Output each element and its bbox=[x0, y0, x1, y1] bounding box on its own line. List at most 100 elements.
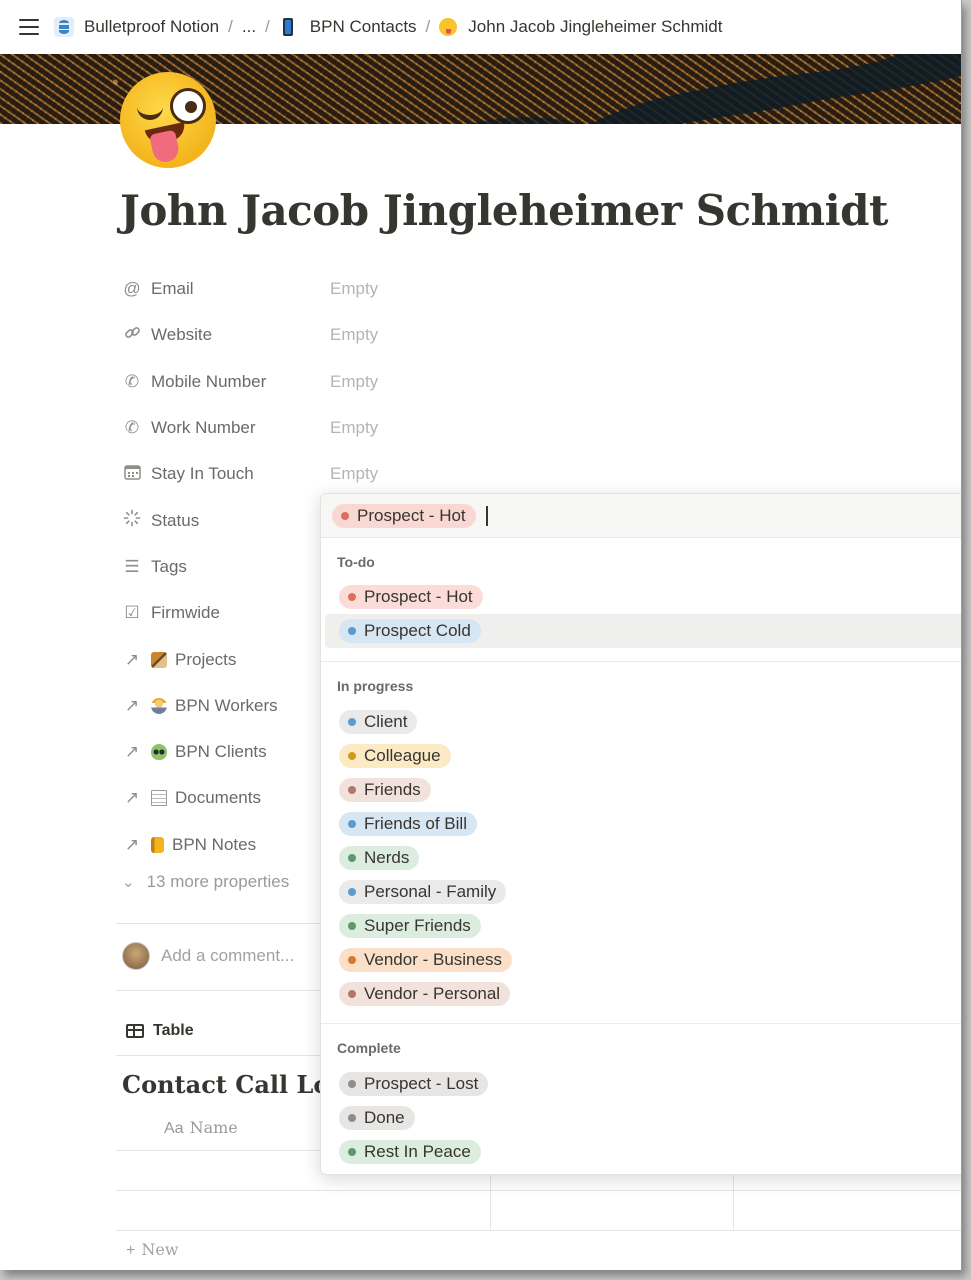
comment-box[interactable]: Add a comment... bbox=[122, 942, 294, 970]
property-work-number[interactable]: ✆ Work Number Empty bbox=[122, 405, 442, 451]
document-icon bbox=[151, 790, 167, 807]
property-value[interactable]: Empty bbox=[330, 372, 378, 392]
relation-arrow-icon: ↗ bbox=[124, 649, 140, 669]
status-option[interactable]: Friends bbox=[339, 778, 431, 802]
checkbox-icon: ☑ bbox=[124, 603, 140, 623]
chevron-down-icon: ⌄ bbox=[122, 874, 135, 891]
status-dot bbox=[348, 922, 356, 930]
status-dropdown: Prospect - Hot To-do Prospect - Hot Pros… bbox=[320, 493, 961, 1175]
breadcrumb-separator: / bbox=[228, 17, 233, 36]
database-icon bbox=[54, 17, 74, 37]
status-option[interactable]: Client bbox=[339, 710, 418, 734]
status-option[interactable]: Prospect - Lost bbox=[339, 1072, 489, 1096]
property-stay-in-touch[interactable]: Stay In Touch Empty bbox=[122, 451, 442, 497]
relation-arrow-icon: ↗ bbox=[124, 742, 140, 762]
relation-arrow-icon: ↗ bbox=[124, 788, 140, 808]
relation-arrow-icon: ↗ bbox=[124, 834, 140, 854]
divider bbox=[116, 990, 326, 991]
breadcrumb-separator: / bbox=[265, 17, 270, 36]
status-option[interactable]: Super Friends bbox=[339, 914, 481, 938]
mobile-phone-icon bbox=[282, 18, 293, 36]
status-option[interactable]: Prospect Cold bbox=[339, 619, 481, 643]
status-dot bbox=[348, 1114, 356, 1122]
breadcrumb: Bulletproof Notion / ... / BPN Contacts … bbox=[54, 17, 722, 37]
status-dot bbox=[348, 854, 356, 862]
notion-window: Bulletproof Notion / ... / BPN Contacts … bbox=[0, 0, 962, 1270]
page-emoji-icon[interactable] bbox=[120, 72, 216, 168]
menu-icon[interactable] bbox=[19, 19, 39, 35]
construction-icon bbox=[151, 651, 167, 668]
link-icon bbox=[122, 324, 142, 346]
cover-river-shape bbox=[470, 54, 961, 124]
text-type-icon: Aa bbox=[164, 1120, 184, 1137]
top-bar: Bulletproof Notion / ... / BPN Contacts … bbox=[0, 0, 961, 54]
divider bbox=[116, 923, 326, 924]
table-row-divider bbox=[116, 1190, 961, 1191]
status-icon bbox=[122, 509, 142, 532]
group-label-in-progress: In progress bbox=[337, 678, 414, 694]
divider bbox=[321, 1023, 961, 1024]
table-icon bbox=[126, 1024, 144, 1038]
status-search-input[interactable]: Prospect - Hot bbox=[321, 494, 961, 538]
list-icon: ☰ bbox=[124, 556, 140, 576]
status-dot bbox=[341, 511, 349, 520]
selected-status-tag[interactable]: Prospect - Hot bbox=[332, 503, 476, 528]
status-option[interactable]: Rest In Peace bbox=[339, 1140, 481, 1164]
status-dot bbox=[348, 718, 356, 726]
avatar bbox=[122, 942, 150, 970]
worker-icon bbox=[151, 697, 167, 714]
calendar-icon bbox=[122, 464, 142, 485]
status-option[interactable]: Friends of Bill bbox=[339, 812, 477, 836]
phone-icon: ✆ bbox=[124, 418, 140, 438]
property-value[interactable]: Empty bbox=[330, 418, 378, 438]
comment-input[interactable]: Add a comment... bbox=[161, 946, 294, 966]
status-option[interactable]: Done bbox=[339, 1106, 415, 1130]
group-label-todo: To-do bbox=[337, 554, 375, 570]
breadcrumb-item-ellipsis[interactable]: ... bbox=[242, 17, 256, 37]
text-caret bbox=[485, 505, 488, 526]
relation-arrow-icon: ↗ bbox=[124, 695, 140, 715]
winking-face-icon bbox=[439, 18, 458, 36]
group-label-complete: Complete bbox=[337, 1040, 401, 1056]
breadcrumb-item-workspace[interactable]: Bulletproof Notion bbox=[54, 17, 219, 37]
property-value[interactable]: Empty bbox=[330, 325, 378, 345]
status-option[interactable]: Nerds bbox=[339, 846, 420, 870]
status-option[interactable]: Vendor - Business bbox=[339, 948, 512, 972]
status-option[interactable]: Prospect - Hot bbox=[339, 585, 483, 609]
new-row-button[interactable]: + New bbox=[126, 1240, 179, 1260]
property-value[interactable]: Empty bbox=[330, 279, 378, 299]
property-website[interactable]: Website Empty bbox=[122, 312, 442, 358]
status-dot bbox=[348, 752, 356, 760]
property-email[interactable]: @ Email Empty bbox=[122, 266, 442, 312]
status-dot bbox=[348, 990, 356, 998]
status-option[interactable]: Personal - Family bbox=[339, 880, 507, 904]
status-dot bbox=[348, 786, 356, 794]
property-mobile-number[interactable]: ✆ Mobile Number Empty bbox=[122, 359, 442, 405]
status-dot bbox=[348, 1148, 356, 1156]
status-option[interactable]: Colleague bbox=[339, 744, 451, 768]
wink-eye bbox=[137, 106, 163, 120]
status-option[interactable]: Vendor - Personal bbox=[339, 982, 511, 1006]
status-dot bbox=[348, 820, 356, 828]
more-properties-toggle[interactable]: ⌄ 13 more properties bbox=[122, 872, 289, 892]
notebook-icon bbox=[151, 836, 164, 853]
property-value[interactable]: Empty bbox=[330, 464, 378, 484]
divider bbox=[321, 661, 961, 662]
status-dot bbox=[348, 593, 356, 601]
column-header-name[interactable]: Aa Name bbox=[164, 1118, 238, 1138]
at-icon: @ bbox=[123, 279, 141, 299]
status-dot bbox=[348, 956, 356, 964]
divider bbox=[116, 1055, 326, 1056]
breadcrumb-item-contacts[interactable]: BPN Contacts bbox=[279, 17, 417, 37]
status-dot bbox=[348, 627, 356, 635]
table-row-divider bbox=[116, 1230, 961, 1231]
breadcrumb-item-page[interactable]: John Jacob Jingleheimer Schmidt bbox=[439, 17, 722, 37]
status-dot bbox=[348, 888, 356, 896]
tab-table[interactable]: Table bbox=[126, 1022, 194, 1040]
plus-icon: + bbox=[126, 1242, 136, 1259]
alien-icon bbox=[151, 744, 167, 761]
page-title[interactable]: John Jacob Jingleheimer Schmidt bbox=[120, 186, 888, 235]
breadcrumb-separator: / bbox=[425, 17, 431, 36]
open-eye bbox=[170, 88, 206, 124]
database-title[interactable]: Contact Call Log bbox=[122, 1070, 346, 1099]
